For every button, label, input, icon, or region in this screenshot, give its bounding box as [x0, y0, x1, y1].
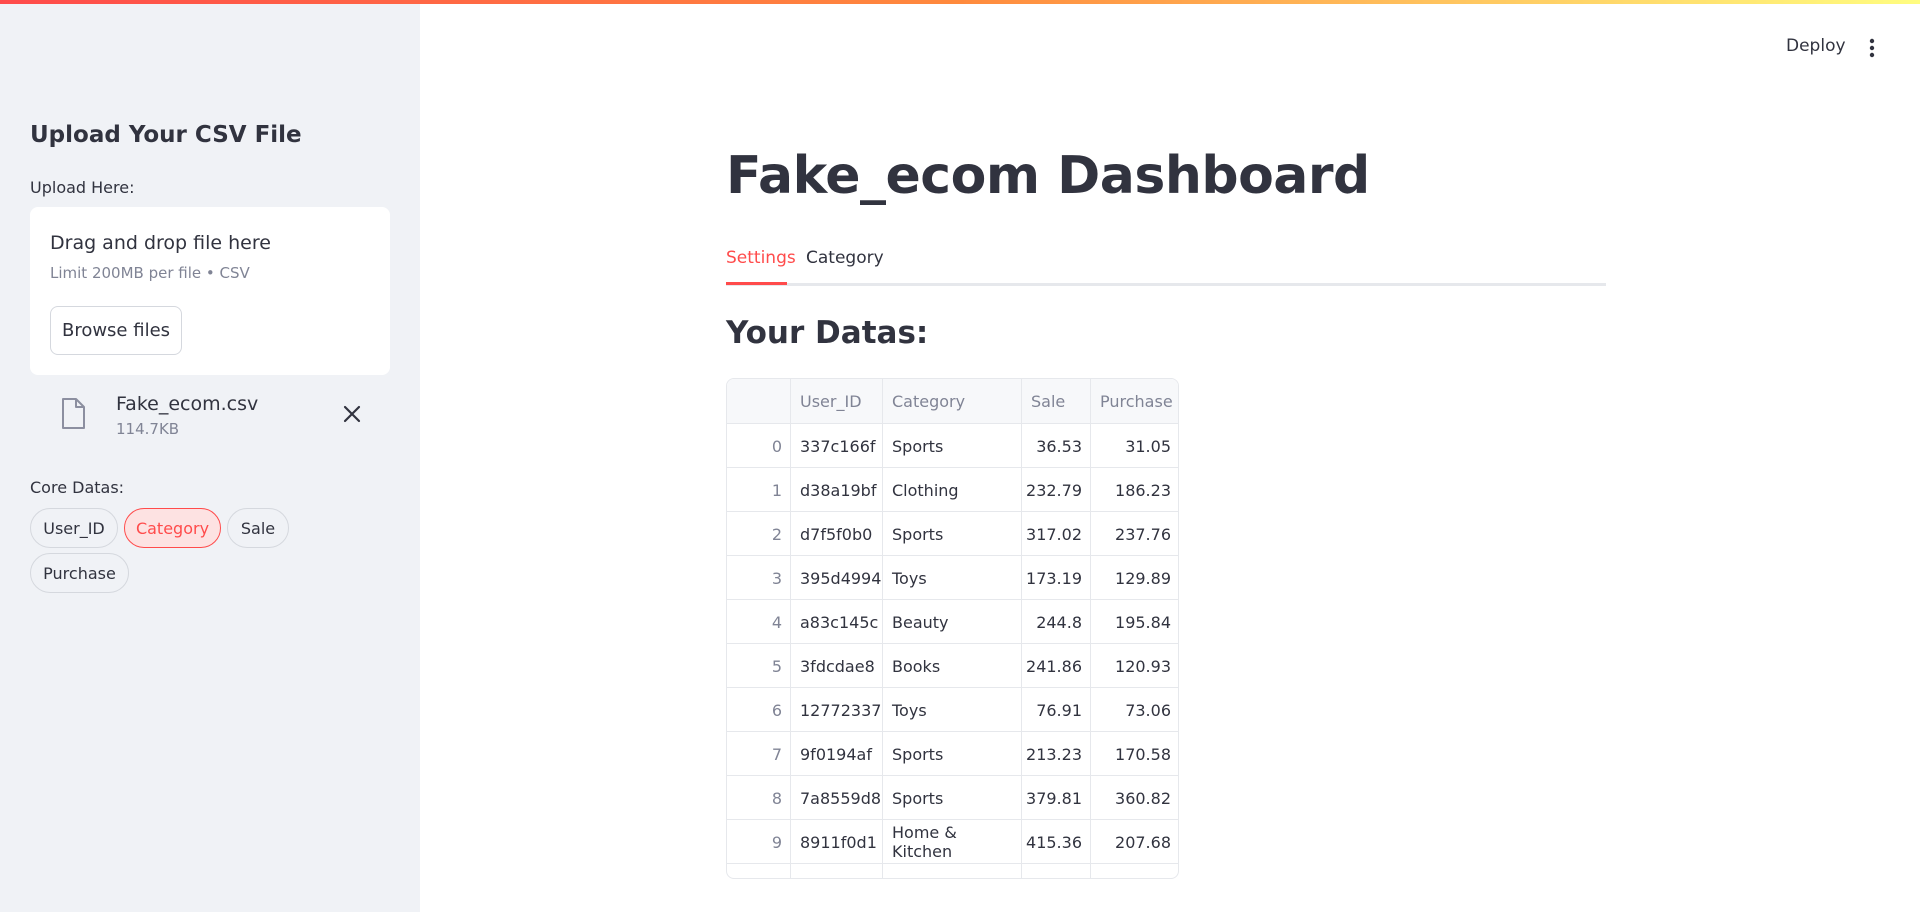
row-index: 2 [771, 524, 782, 544]
header-index [727, 379, 791, 424]
cell-user-id[interactable]: d7f5f0b0 [791, 512, 883, 556]
cell-category[interactable]: Sports [883, 424, 1022, 468]
cell-sale[interactable]: 317.02 [1022, 512, 1091, 556]
cell-user-id[interactable]: d38a19bf [791, 468, 883, 512]
column-divider [790, 379, 791, 878]
cell-purchase[interactable]: 170.58 [1091, 732, 1178, 776]
file-dropzone[interactable]: Drag and drop file here Limit 200MB per … [30, 207, 390, 375]
table-row: 1 d38a19bf Clothing 232.79 186.23 [727, 468, 1178, 512]
cell-category[interactable]: Books [883, 644, 1022, 688]
cell-user-id[interactable]: 337c166f [791, 424, 883, 468]
cell-sale[interactable]: 415.36 [1022, 820, 1091, 864]
data-table[interactable]: User_ID Category Sale Purchase 0 337c166… [726, 378, 1179, 879]
cell-user-id[interactable]: 395d4994 [791, 556, 883, 600]
cell-user-id[interactable]: a83c145c [791, 600, 883, 644]
cell-sale[interactable]: 173.19 [1022, 556, 1091, 600]
table-row: 6 12772337 Toys 76.91 73.06 [727, 688, 1178, 732]
cell-purchase[interactable]: 195.84 [1091, 600, 1178, 644]
cell-category[interactable]: Sports [883, 512, 1022, 556]
column-divider [882, 379, 883, 878]
cell-user-id[interactable]: 3fdcdae8 [791, 644, 883, 688]
cell-purchase[interactable]: 207.68 [1091, 820, 1178, 864]
cell-user-id[interactable]: 12772337 [791, 688, 883, 732]
cell-sale[interactable]: 379.81 [1022, 776, 1091, 820]
file-icon [62, 398, 85, 429]
row-index: 0 [771, 436, 782, 456]
cell-user-id[interactable]: 7a8559d8 [791, 776, 883, 820]
cell-category[interactable]: Sports [883, 732, 1022, 776]
cell-category[interactable]: Clothing [883, 468, 1022, 512]
table-row: 9 8911f0d1 Home & Kitchen 415.36 207.68 [727, 820, 1178, 864]
tab-category[interactable]: Category [806, 248, 884, 286]
cell-purchase[interactable]: 31.05 [1091, 424, 1178, 468]
file-size: 114.7KB [116, 420, 180, 438]
row-index: 6 [771, 700, 782, 720]
table-row: 4 a83c145c Beauty 244.8 195.84 [727, 600, 1178, 644]
cell-sale[interactable]: 232.79 [1022, 468, 1091, 512]
deploy-button[interactable]: Deploy [1786, 36, 1846, 56]
table-row: 0 337c166f Sports 36.53 31.05 [727, 424, 1178, 468]
file-name: Fake_ecom.csv [116, 393, 259, 415]
browse-files-button[interactable]: Browse files [50, 306, 182, 355]
table-row: 2 d7f5f0b0 Sports 317.02 237.76 [727, 512, 1178, 556]
core-datas-label: Core Datas: [30, 478, 125, 497]
table-row: 7 9f0194af Sports 213.23 170.58 [727, 732, 1178, 776]
cell-sale[interactable]: 36.53 [1022, 424, 1091, 468]
cell-category[interactable]: Sports [883, 776, 1022, 820]
cell-purchase[interactable]: 73.06 [1091, 688, 1178, 732]
top-decoration-bar [0, 0, 1920, 4]
dropzone-title: Drag and drop file here [50, 232, 271, 254]
table-header-row: User_ID Category Sale Purchase [727, 379, 1178, 424]
tab-bar: Settings Category [726, 244, 1606, 286]
tab-settings[interactable]: Settings [726, 248, 796, 286]
row-index: 7 [771, 744, 782, 764]
cell-category[interactable]: Beauty [883, 600, 1022, 644]
cell-sale[interactable]: 244.8 [1022, 600, 1091, 644]
row-index: 5 [771, 656, 782, 676]
header-purchase[interactable]: Purchase [1091, 379, 1178, 424]
row-index: 9 [771, 832, 782, 852]
pill-user-id[interactable]: User_ID [30, 508, 118, 548]
more-vertical-icon[interactable] [1862, 36, 1882, 60]
sidebar: Upload Your CSV File Upload Here: Drag a… [0, 0, 420, 912]
column-divider [1090, 379, 1091, 878]
header-sale[interactable]: Sale [1022, 379, 1091, 424]
row-index: 8 [771, 788, 782, 808]
cell-category[interactable]: Toys [883, 688, 1022, 732]
cell-purchase[interactable]: 237.76 [1091, 512, 1178, 556]
table-row: 3 395d4994 Toys 173.19 129.89 [727, 556, 1178, 600]
dropzone-limit: Limit 200MB per file • CSV [50, 264, 250, 282]
header-category[interactable]: Category [883, 379, 1022, 424]
table-row: 5 3fdcdae8 Books 241.86 120.93 [727, 644, 1178, 688]
pill-category[interactable]: Category [124, 508, 221, 548]
row-index: 1 [771, 480, 782, 500]
row-index: 4 [771, 612, 782, 632]
page-title: Fake_ecom Dashboard [726, 146, 1370, 206]
cell-purchase[interactable]: 186.23 [1091, 468, 1178, 512]
row-index: 3 [771, 568, 782, 588]
table-row: 8 7a8559d8 Sports 379.81 360.82 [727, 776, 1178, 820]
cell-sale[interactable]: 76.91 [1022, 688, 1091, 732]
cell-purchase[interactable]: 129.89 [1091, 556, 1178, 600]
active-tab-indicator [726, 282, 787, 285]
cell-category[interactable]: Home & Kitchen [883, 820, 1022, 864]
upload-label: Upload Here: [30, 178, 135, 197]
pill-sale[interactable]: Sale [227, 508, 289, 548]
cell-category[interactable]: Toys [883, 556, 1022, 600]
cell-user-id[interactable]: 8911f0d1 [791, 820, 883, 864]
cell-purchase[interactable]: 360.82 [1091, 776, 1178, 820]
pill-purchase[interactable]: Purchase [30, 553, 129, 593]
uploaded-file: Fake_ecom.csv 114.7KB [30, 390, 390, 450]
sidebar-title: Upload Your CSV File [30, 122, 302, 148]
cell-user-id[interactable]: 9f0194af [791, 732, 883, 776]
cell-purchase[interactable]: 120.93 [1091, 644, 1178, 688]
cell-sale[interactable]: 241.86 [1022, 644, 1091, 688]
close-icon[interactable] [342, 404, 362, 424]
column-divider [1021, 379, 1022, 878]
header-user-id[interactable]: User_ID [791, 379, 883, 424]
section-title: Your Datas: [726, 315, 929, 351]
cell-sale[interactable]: 213.23 [1022, 732, 1091, 776]
